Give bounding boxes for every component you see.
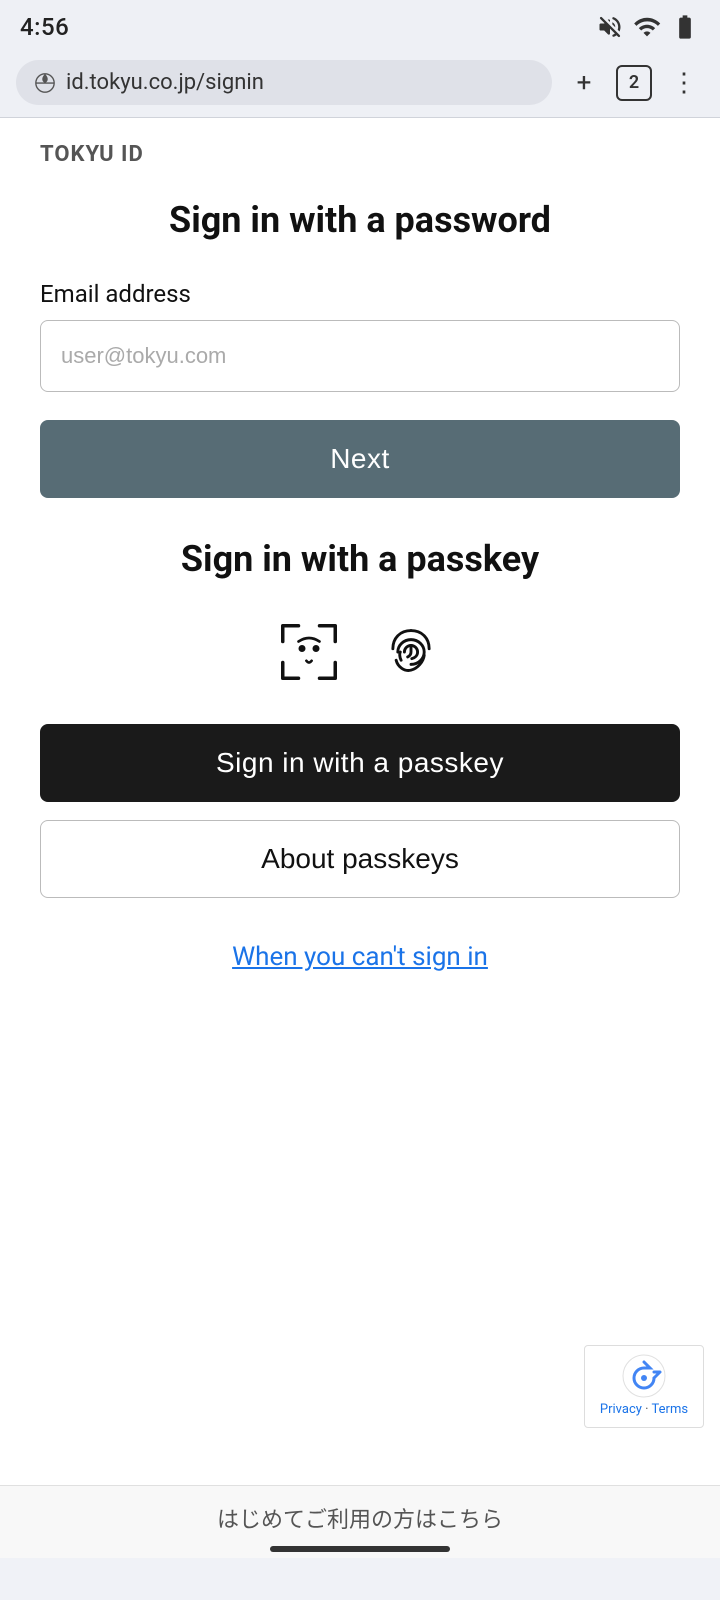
passkey-section-heading: Sign in with a passkey [40, 538, 680, 580]
password-section-heading: Sign in with a password [40, 197, 680, 244]
recaptcha-text: Privacy · Terms [600, 1402, 688, 1419]
footer-text: はじめてご利用の方はこちら [217, 1508, 503, 1533]
battery-icon [670, 13, 700, 41]
home-indicator [270, 1546, 450, 1552]
passkey-section: Sign in with a passkey [40, 538, 680, 942]
privacy-link[interactable]: Privacy [600, 1402, 645, 1417]
wifi-icon [632, 13, 662, 41]
browser-menu-button[interactable]: ⋮ [664, 63, 704, 103]
cant-signin-link[interactable]: When you can't sign in [40, 942, 680, 972]
recaptcha-badge: Privacy · Terms [584, 1345, 704, 1428]
brand-title: TOKYU ID [40, 142, 680, 167]
browser-bar: id.tokyu.co.jp/signin + 2 ⋮ [0, 52, 720, 118]
status-icons [596, 13, 700, 41]
fingerprint-icon [375, 616, 447, 688]
email-input[interactable] [40, 320, 680, 392]
url-bar[interactable]: id.tokyu.co.jp/signin [16, 60, 552, 105]
tab-count-button[interactable]: 2 [616, 65, 652, 101]
email-label: Email address [40, 280, 680, 308]
add-tab-button[interactable]: + [564, 63, 604, 103]
passkey-icons-row [40, 616, 680, 688]
recaptcha-logo [622, 1354, 666, 1398]
terms-link[interactable]: Terms [652, 1402, 689, 1417]
face-scan-icon [273, 616, 345, 688]
page-content: TOKYU ID Sign in with a password Email a… [0, 118, 720, 1558]
status-time: 4:56 [20, 13, 69, 41]
status-bar: 4:56 [0, 0, 720, 52]
footer-bar: はじめてご利用の方はこちら [0, 1485, 720, 1558]
mute-icon [596, 13, 624, 41]
sign-in-passkey-button[interactable]: Sign in with a passkey [40, 724, 680, 802]
password-section: Sign in with a password Email address Ne… [40, 197, 680, 538]
url-security-icon [34, 72, 56, 94]
url-text: id.tokyu.co.jp/signin [66, 70, 264, 95]
about-passkeys-button[interactable]: About passkeys [40, 820, 680, 898]
next-button[interactable]: Next [40, 420, 680, 498]
